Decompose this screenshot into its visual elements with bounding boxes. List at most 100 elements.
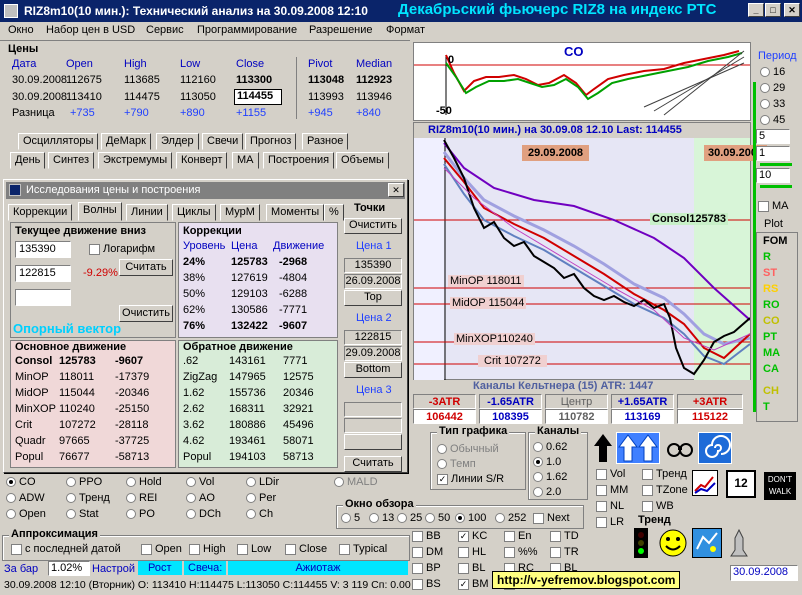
cb-lr[interactable]: LR xyxy=(596,516,624,528)
type-tempo[interactable]: Темп xyxy=(437,458,476,470)
period-input-2[interactable]: 1 xyxy=(756,146,790,161)
period-input-3[interactable]: 10 xyxy=(756,168,790,183)
type-sr-check[interactable]: ✓ xyxy=(437,473,448,485)
review-radio-dot[interactable] xyxy=(341,513,351,524)
grid-check-item[interactable]: DM xyxy=(412,546,443,558)
dtab-waves[interactable]: Волны xyxy=(78,202,122,221)
ch-162[interactable]: 1.62 xyxy=(533,471,567,483)
cb-trend[interactable]: Тренд xyxy=(642,468,687,480)
cb-vol[interactable]: Vol xyxy=(596,468,625,480)
osc-radio-item[interactable]: PO xyxy=(126,508,155,520)
grid-checkbox[interactable]: ✓ xyxy=(458,530,469,542)
menu-item-format[interactable]: Формат xyxy=(386,24,425,36)
osc-radio-item[interactable]: Тренд xyxy=(66,492,110,504)
cb-nl-box[interactable] xyxy=(596,500,607,512)
cb-wb-box[interactable] xyxy=(642,500,653,512)
approx-checkbox[interactable] xyxy=(11,543,22,555)
osc-radio-dot[interactable] xyxy=(66,509,76,520)
plot-r[interactable]: R xyxy=(763,251,771,263)
ch-062-radio[interactable] xyxy=(533,442,543,453)
calendar-icon[interactable]: 12 xyxy=(726,470,756,498)
approx-checkbox[interactable] xyxy=(339,543,350,555)
osc-radio-item[interactable]: ADW xyxy=(6,492,45,504)
traffic-light-icon[interactable] xyxy=(634,528,648,558)
osc-radio-dot[interactable] xyxy=(246,509,256,520)
osc-radio-dot[interactable] xyxy=(186,493,196,504)
points-clear-button[interactable]: Очистить xyxy=(344,218,402,234)
osc-radio-dot[interactable] xyxy=(126,493,136,504)
close-button[interactable]: ✕ xyxy=(784,3,800,17)
ma-check[interactable]: MA xyxy=(758,200,789,212)
tab-oscillators[interactable]: Осцилляторы xyxy=(18,133,99,150)
status-nastroy[interactable]: Настрой xyxy=(92,563,135,575)
osc-radio-item[interactable]: CO xyxy=(6,476,36,488)
smiley-icon[interactable] xyxy=(658,528,688,558)
osc-radio-item[interactable]: REI xyxy=(126,492,157,504)
plot-ca[interactable]: CA xyxy=(763,363,779,375)
clear-button[interactable]: Очистить xyxy=(119,305,173,322)
approx-check-item[interactable]: Open xyxy=(141,543,182,555)
mald-radio-dot[interactable] xyxy=(334,477,344,488)
cb-nl[interactable]: NL xyxy=(596,500,624,512)
plot-ro[interactable]: RO xyxy=(763,299,780,311)
osc-radio-item[interactable]: Per xyxy=(246,492,276,504)
osc-radio-dot[interactable] xyxy=(66,493,76,504)
period-radio-45[interactable] xyxy=(760,115,770,126)
move-val1-input[interactable]: 135390 xyxy=(15,241,71,258)
tab-misc[interactable]: Разное xyxy=(302,133,349,150)
menu-item-resolution[interactable]: Разрешение xyxy=(309,24,373,36)
type-tempo-radio[interactable] xyxy=(437,459,447,470)
price3-spin[interactable] xyxy=(344,434,402,450)
osc-radio-item[interactable]: DCh xyxy=(186,508,221,520)
tab-day[interactable]: День xyxy=(10,152,46,169)
review-radio-item[interactable]: 5 xyxy=(341,512,360,524)
approx-checkbox[interactable] xyxy=(141,543,152,555)
grid-check-item[interactable]: BB xyxy=(412,530,441,542)
review-next[interactable]: Next xyxy=(533,512,570,524)
arrow-up-icon[interactable] xyxy=(592,432,614,464)
ch-162-radio[interactable] xyxy=(533,472,543,483)
approx-check-item[interactable]: Low xyxy=(237,543,271,555)
ch-20-radio[interactable] xyxy=(533,487,543,498)
menu-item-usd[interactable]: Набор цен в USD xyxy=(46,24,135,36)
date2-input[interactable]: 29.09.2008 xyxy=(344,346,402,361)
review-radio-dot[interactable] xyxy=(397,513,407,524)
grid-check-item[interactable]: TR xyxy=(550,546,579,558)
grid-checkbox[interactable] xyxy=(458,546,469,558)
menu-item-service[interactable]: Сервис xyxy=(146,24,184,36)
period-opt-45[interactable]: 45 xyxy=(760,114,785,126)
cb-wb[interactable]: WB xyxy=(642,500,674,512)
osc-radio-dot[interactable] xyxy=(66,477,76,488)
dont-walk-icon[interactable]: DON'T WALK xyxy=(764,472,796,500)
period-radio-16[interactable] xyxy=(760,67,770,78)
log-check[interactable]: Логарифм xyxy=(89,243,155,255)
tab-extremes[interactable]: Экстремумы xyxy=(98,152,173,169)
approx-checkbox[interactable] xyxy=(237,543,248,555)
period-radio-29[interactable] xyxy=(760,83,770,94)
osc-radio-item[interactable]: Hold xyxy=(126,476,162,488)
dialog-close-button[interactable]: ✕ xyxy=(388,183,404,197)
tab-synthesis[interactable]: Синтез xyxy=(48,152,94,169)
review-radio-item[interactable]: 50 xyxy=(425,512,450,524)
double-arrow-up-icon[interactable] xyxy=(616,432,660,464)
approx-check-item[interactable]: High xyxy=(189,543,226,555)
cb-mm-box[interactable] xyxy=(596,484,607,496)
mald-radio[interactable]: MALD xyxy=(334,476,378,488)
dtab-corrections[interactable]: Коррекции xyxy=(8,204,73,221)
osc-radio-dot[interactable] xyxy=(246,477,256,488)
osc-radio-dot[interactable] xyxy=(186,477,196,488)
type-normal[interactable]: Обычный xyxy=(437,443,499,455)
tab-elder[interactable]: Элдер xyxy=(156,133,199,150)
grid-check-item[interactable]: %% xyxy=(504,546,538,558)
cb-lr-box[interactable] xyxy=(596,516,607,528)
review-radio-dot[interactable] xyxy=(425,513,435,524)
menu-item-programming[interactable]: Программирование xyxy=(197,24,297,36)
osc-radio-dot[interactable] xyxy=(246,493,256,504)
osc-radio-dot[interactable] xyxy=(126,509,136,520)
type-normal-radio[interactable] xyxy=(437,444,447,455)
date3-input[interactable] xyxy=(344,418,402,433)
review-next-box[interactable] xyxy=(533,512,544,524)
dtab-lines[interactable]: Линии xyxy=(126,204,168,221)
osc-radio-dot[interactable] xyxy=(126,477,136,488)
status-date[interactable]: 30.09.2008 xyxy=(730,565,798,581)
